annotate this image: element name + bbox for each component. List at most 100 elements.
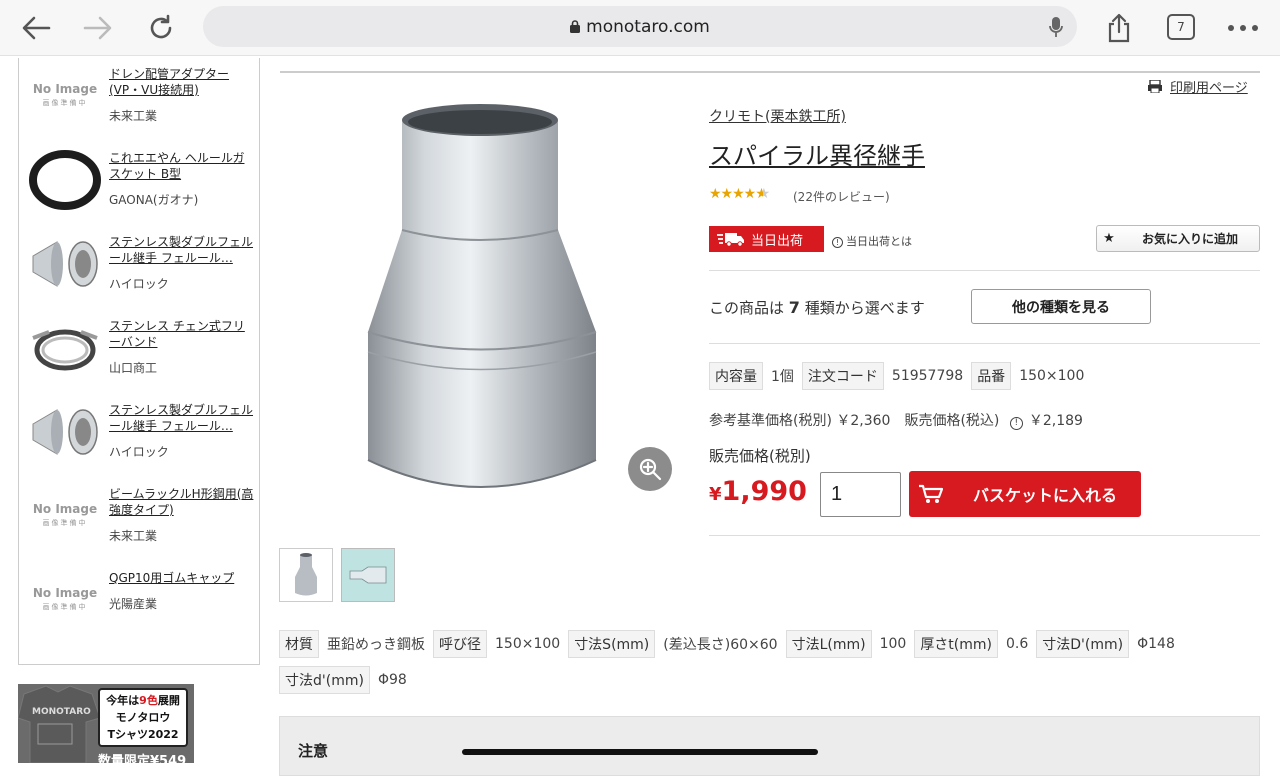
no-image-placeholder: No Image 画像準備中 (32, 502, 98, 527)
spec-value: 100 (879, 636, 907, 652)
no-image-placeholder: No Image 画像準備中 (32, 586, 98, 611)
spec-label: 内容量 (709, 362, 763, 390)
tshirt-image: MONOTARO (18, 685, 101, 763)
sale-price: ¥1,990 (709, 476, 807, 507)
sidebar-item-title[interactable]: ビームラックルH形鋼用(高強度タイプ) (109, 486, 254, 518)
spec-value: 51957798 (891, 368, 964, 384)
reload-button[interactable] (143, 10, 179, 46)
address-bar[interactable]: monotaro.com (203, 6, 1077, 47)
chain-band-image (32, 329, 98, 371)
sidebar-product-item[interactable]: No Image 画像準備中 ビームラックルH形鋼用(高強度タイプ) 未来工業 (19, 478, 259, 562)
thumbnail-image (280, 549, 332, 601)
browser-toolbar: monotaro.com 7 (0, 0, 1280, 56)
notice-section: 注意 (279, 716, 1260, 776)
cart-icon (919, 484, 943, 503)
divider (709, 343, 1260, 344)
spec-table-row2: 寸法d'(mm) Φ98 (279, 666, 415, 694)
back-button[interactable] (18, 10, 54, 46)
thumbnail-drawing (342, 549, 394, 601)
spec-label: 厚さt(mm) (914, 630, 999, 658)
spec-label: 寸法L(mm) (785, 630, 872, 658)
share-button[interactable] (1101, 10, 1137, 46)
info-icon: ! (832, 237, 843, 248)
sidebar-item-maker: 光陽産業 (109, 597, 158, 611)
more-button[interactable] (1225, 10, 1261, 46)
sidebar-item-title[interactable]: ドレン配管アダプター(VP・VU接続用) (109, 66, 254, 98)
spec-value: 0.6 (1006, 636, 1029, 652)
tab-count-button[interactable]: 7 (1167, 14, 1195, 40)
same-day-shipping-badge: 当日出荷 (709, 226, 824, 252)
see-other-types-button[interactable]: 他の種類を見る (971, 289, 1151, 324)
sidebar-product-item[interactable]: ステンレス チェン式フリーバンド山口商工 (19, 310, 259, 394)
sidebar-item-maker: ハイロック (109, 445, 169, 459)
no-image-placeholder: No Image 画像準備中 (32, 82, 98, 107)
spec-table: 材質 亜鉛めっき鋼板 呼び径 150×100 寸法S(mm) (差込長さ)60×60 寸法L… (279, 630, 1183, 658)
sidebar-item-maker: ハイロック (109, 277, 169, 291)
forward-button[interactable] (80, 10, 116, 46)
arrow-left-icon (22, 16, 51, 40)
microphone-icon[interactable] (1049, 16, 1063, 38)
notice-title: 注意 (298, 742, 329, 760)
sidebar-item-maker: 山口商工 (109, 361, 158, 375)
home-indicator (462, 749, 818, 755)
spec-value: 1個 (771, 369, 794, 385)
tshirt-campaign-banner[interactable]: MONOTARO 今年は9色展開 モノタロウ Tシャツ2022 数量限定¥549 (18, 684, 194, 763)
more-dots-icon (1228, 25, 1258, 31)
divider (709, 535, 1260, 536)
spec-value: 150×100 (495, 636, 561, 652)
divider (280, 71, 1260, 73)
print-page-link[interactable]: 印刷用ページ (1148, 77, 1248, 96)
spec-value: Φ148 (1137, 636, 1175, 652)
spec-value: 亜鉛めっき鋼板 (327, 637, 425, 653)
product-thumbnail-1[interactable] (279, 548, 333, 602)
rating-stars: ★★★★★★ (709, 186, 769, 202)
spec-value: 150×100 (1019, 368, 1085, 384)
spec-value: Φ98 (377, 672, 407, 688)
quantity-input[interactable] (820, 472, 901, 517)
gasket-image (29, 150, 101, 210)
star-icon: ★ (1103, 231, 1115, 246)
variant-count-text: この商品は 7 種類から選べます (709, 298, 925, 317)
recently-viewed-sidebar: No Image 画像準備中 ドレン配管アダプター(VP・VU接続用) 未来工業 これエ… (18, 58, 260, 665)
sidebar-item-title[interactable]: ステンレス製ダブルフェルール継手 フェルール… (109, 234, 254, 266)
add-to-basket-button[interactable]: バスケットに入れる (909, 471, 1141, 517)
sidebar-item-title[interactable]: ステンレス チェン式フリーバンド (109, 318, 254, 350)
zoom-button[interactable] (628, 447, 672, 491)
sidebar-item-title[interactable]: QGP10用ゴムキャップ (109, 570, 254, 586)
sidebar-item-title[interactable]: これエエやん ヘルールガスケット B型 (109, 150, 254, 182)
sidebar-item-title[interactable]: ステンレス製ダブルフェルール継手 フェルール… (109, 402, 254, 434)
sidebar-product-item[interactable]: No Image 画像準備中 QGP10用ゴムキャップ 光陽産業 (19, 562, 259, 646)
sidebar-item-maker: 未来工業 (109, 109, 158, 123)
banner-price: 数量限定¥549 (98, 754, 187, 763)
spec-label: 品番 (971, 362, 1012, 390)
info-icon[interactable]: ! (1009, 417, 1023, 430)
reload-icon (150, 14, 172, 39)
spec-value: (差込長さ)60×60 (663, 637, 778, 653)
sidebar-product-item[interactable]: これエエやん ヘルールガスケット B型 GAONA(ガオナ) (19, 142, 259, 226)
sidebar-product-item[interactable]: ステンレス製ダブルフェルール継手 フェルール… ハイロック (19, 226, 259, 310)
spec-label: 寸法d'(mm) (279, 666, 370, 694)
spec-label: 呼び径 (433, 630, 487, 658)
zoom-in-icon (639, 458, 662, 481)
sidebar-item-maker: GAONA(ガオナ) (109, 193, 199, 207)
sidebar-product-item[interactable]: ステンレス製ダブルフェルール継手 フェルール… ハイロック (19, 394, 259, 478)
ferrule-image (32, 241, 98, 287)
spec-summary: 内容量 1個 注文コード 51957798 品番 150×100 (709, 362, 1092, 390)
add-to-favorites-button[interactable]: ★ お気に入りに追加 (1096, 225, 1260, 252)
sidebar-product-item[interactable]: No Image 画像準備中 ドレン配管アダプター(VP・VU接続用) 未来工業 (19, 58, 259, 142)
share-icon (1108, 13, 1130, 43)
spec-label: 寸法D'(mm) (1036, 630, 1130, 658)
url-text: monotaro.com (586, 16, 710, 37)
sidebar-item-maker: 未来工業 (109, 529, 158, 543)
spec-label: 注文コード (801, 362, 884, 390)
spec-label: 寸法S(mm) (568, 630, 656, 658)
divider (709, 270, 1260, 271)
review-count-link[interactable]: (22件のレビュー) (793, 188, 890, 205)
printer-icon (1148, 80, 1162, 93)
reference-price: 参考基準価格(税別) ￥2,360 販売価格(税込) ! ￥2,189 (709, 413, 1083, 430)
same-day-info-link[interactable]: ! 当日出荷とは (832, 233, 912, 249)
brand-link[interactable]: クリモト(栗本鉄工所) (709, 106, 846, 126)
lock-icon (570, 20, 581, 33)
arrow-right-icon (83, 16, 112, 40)
product-thumbnail-2[interactable] (341, 548, 395, 602)
